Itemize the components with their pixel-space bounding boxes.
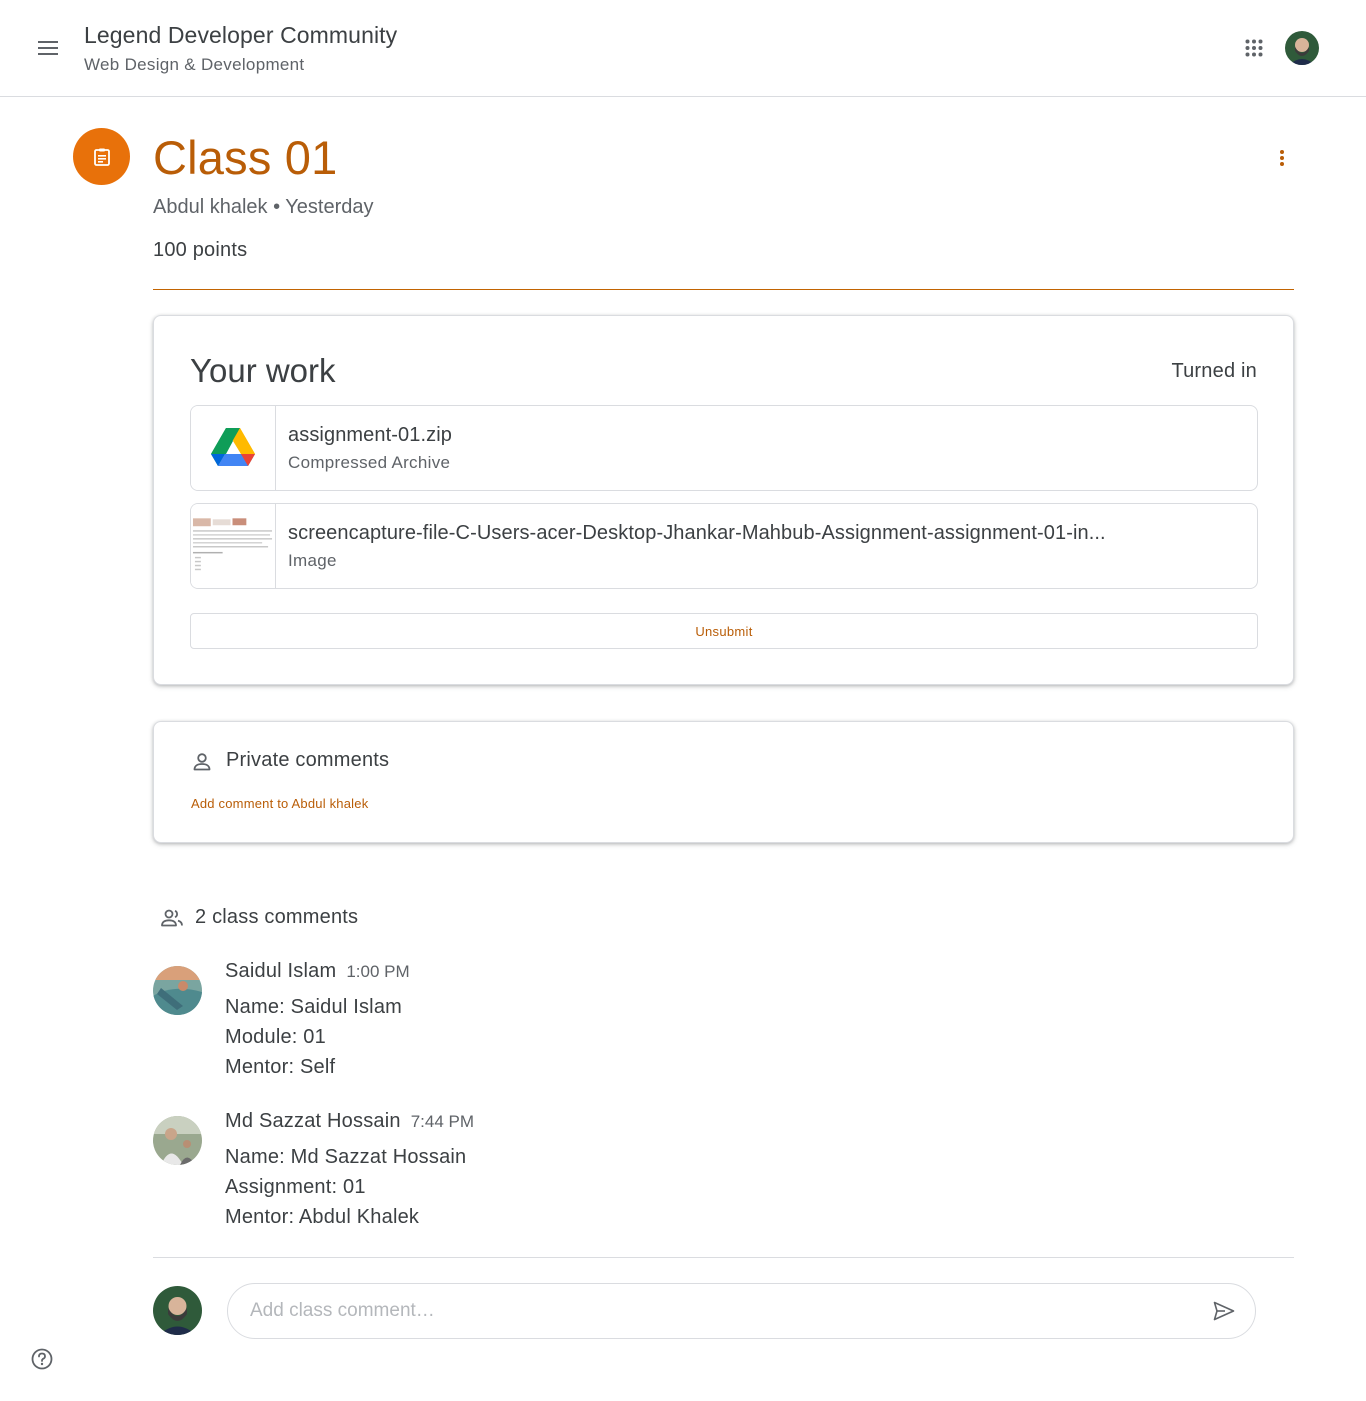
assignment-points: 100 points [153,239,248,261]
your-work-title: Your work [190,352,336,389]
attachment-name: screencapture-file-C-Users-acer-Desktop-… [288,522,1106,544]
hamburger-menu-icon [38,41,58,55]
attachment-item[interactable]: assignment-01.zip Compressed Archive [190,405,1258,491]
attachment-type: Compressed Archive [288,453,451,472]
your-work-card: Your work Turned in assignment-01.zip Co… [153,315,1294,685]
comment-text-line: Module: 01 [225,1026,326,1048]
assignment-title: Class 01 [153,131,338,184]
submission-status: Turned in [1171,360,1257,382]
attachment-thumbnail [191,406,276,490]
class-comment-input[interactable] [250,1296,1180,1326]
class-name[interactable]: Legend Developer Community [84,22,397,49]
avatar [153,1286,202,1335]
private-comments-card: Private comments Add comment to Abdul kh… [153,721,1294,843]
help-icon [31,1348,53,1370]
comment-author: Md Sazzat Hossain 7:44 PM [225,1110,474,1133]
comment-author-name: Md Sazzat Hossain [225,1110,401,1132]
class-comment-box [227,1283,1256,1339]
person-icon [193,753,211,771]
send-icon [1213,1301,1235,1321]
google-drive-icon [211,428,255,466]
account-avatar[interactable] [1285,31,1319,65]
comment-text-line: Name: Saidul Islam [225,996,402,1018]
comment-text-line: Mentor: Self [225,1056,336,1078]
comment-text-line: Name: Md Sazzat Hossain [225,1146,467,1168]
comments-divider [153,1257,1294,1258]
people-icon [161,909,183,927]
class-section: Web Design & Development [84,55,305,74]
attachment-type: Image [288,551,337,570]
comment-time: 1:00 PM [346,962,410,981]
google-apps-button[interactable] [1230,24,1278,72]
assignment-clipboard-icon [93,148,110,166]
private-comments-title: Private comments [226,749,390,771]
attachment-item[interactable]: screencapture-file-C-Users-acer-Desktop-… [190,503,1258,589]
send-comment-button[interactable] [1211,1298,1237,1324]
class-comments-title: 2 class comments [195,906,359,928]
google-apps-grid-icon [1245,39,1263,57]
avatar [153,1116,202,1165]
main-menu-button[interactable] [24,24,72,72]
assignment-meta: Abdul khalek • Yesterday [153,196,374,218]
comment-author-name: Saidul Islam [225,960,337,982]
avatar [153,966,202,1015]
attachment-name: assignment-01.zip [288,424,453,446]
help-button[interactable] [30,1347,54,1371]
more-options-button[interactable] [1258,134,1306,182]
unsubmit-button[interactable]: Unsubmit [190,613,1258,649]
add-private-comment-link[interactable]: Add comment to Abdul khalek [191,796,368,811]
comment-author: Saidul Islam 1:00 PM [225,960,410,983]
top-app-bar: Legend Developer Community Web Design & … [0,0,1366,97]
image-thumbnail [191,504,275,588]
more-vert-icon [1280,150,1284,166]
title-divider [153,289,1294,290]
comment-text-line: Mentor: Abdul Khalek [225,1206,420,1228]
assignment-icon-badge [73,128,130,185]
comment-text-line: Assignment: 01 [225,1176,366,1198]
comment-time: 7:44 PM [410,1112,475,1131]
attachment-thumbnail [191,504,276,588]
